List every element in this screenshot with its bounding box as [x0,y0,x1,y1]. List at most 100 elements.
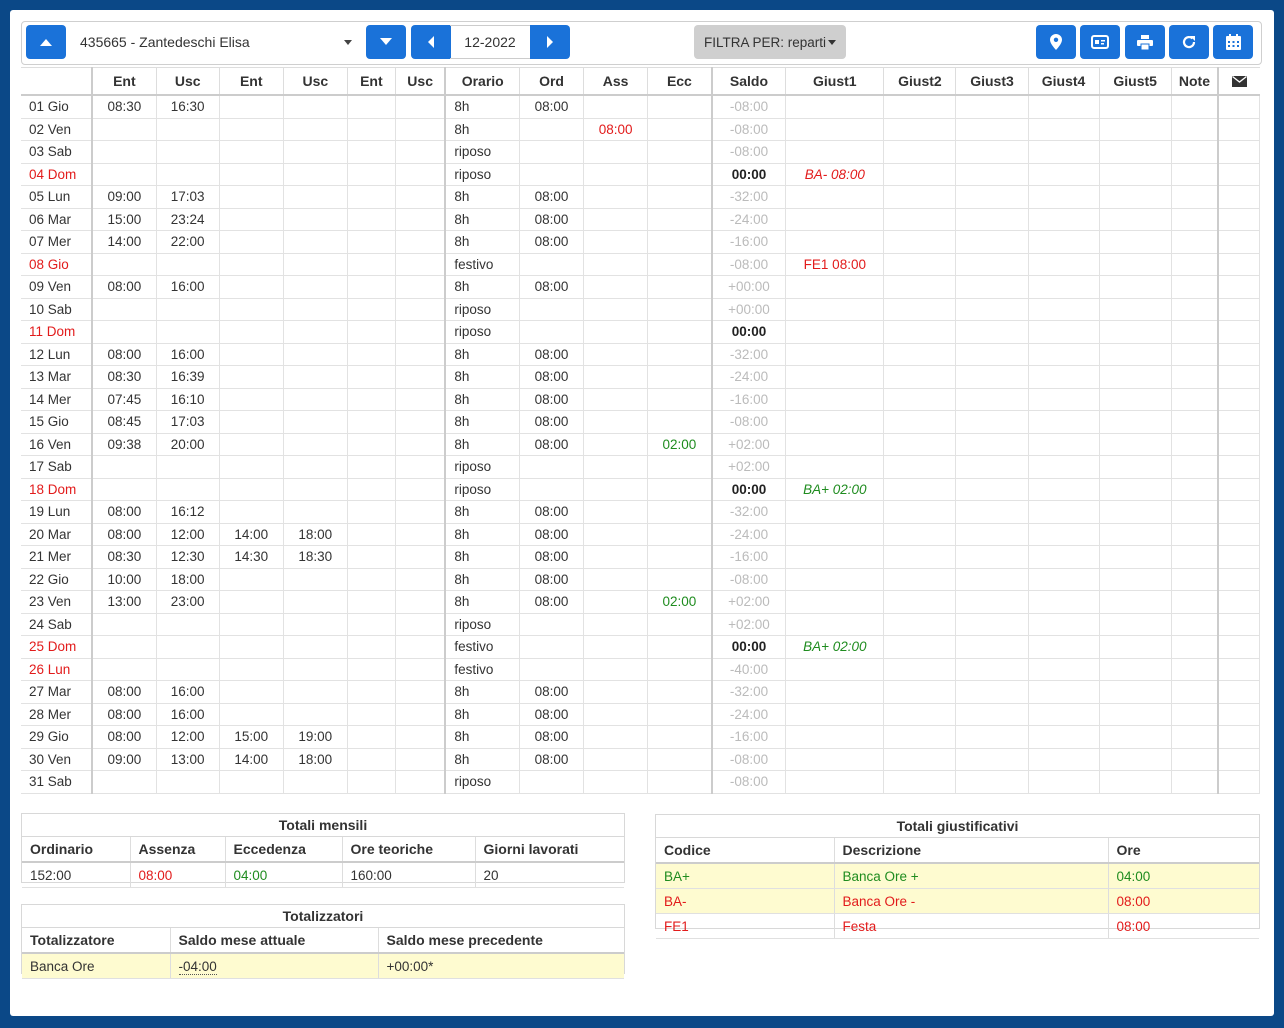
calendar-button[interactable] [1213,25,1253,59]
giust3-cell [955,118,1029,141]
giust5-cell [1099,410,1172,434]
location-button[interactable] [1036,25,1076,59]
giust3-cell [955,343,1029,366]
table-row: 14 Mer 07:45 16:10 8h 08:00 -16:00 [21,388,1261,411]
giust5-cell [1099,703,1172,726]
saldo-mese-precedente-value: +00:00* [378,953,624,979]
col-header-ord: Ord [519,67,585,96]
giust3-cell [955,275,1029,299]
ass-cell [583,748,649,771]
day-cell: 31 Sab [21,770,94,794]
orario-cell: 8h [444,703,521,726]
saldo-cell: -24:00 [710,703,787,726]
usc-2-cell [283,433,348,456]
orario-cell: riposo [444,455,521,479]
mail-cell [1217,208,1261,231]
ent-1-cell: 09:00 [92,748,157,771]
filter-dropdown-button[interactable]: FILTRA PER: reparti [694,25,846,59]
giust5-cell [1099,365,1172,389]
giust5-cell [1099,185,1172,209]
badge-button[interactable] [1080,25,1120,59]
ent-3-cell [347,253,396,276]
giust4-cell [1028,523,1100,546]
giust1-cell: FE1 08:00 [785,253,885,276]
chevron-down-icon [344,40,352,45]
note-cell [1171,658,1219,681]
usc-3-cell [395,95,446,119]
table-row: 27 Mar 08:00 16:00 8h 08:00 -32:00 [21,680,1261,704]
previous-month-button[interactable] [411,25,451,59]
ent-3-cell [347,230,396,254]
period-field[interactable]: 12-2022 [450,25,530,59]
giust1-cell [785,433,885,456]
saldo-cell: -24:00 [710,523,787,546]
giust1-cell [785,613,885,636]
usc-3-cell [395,208,446,231]
ent-1-cell: 09:00 [92,185,157,209]
giust4-cell [1028,140,1100,164]
giust4-cell [1028,658,1100,681]
ent-2-cell [219,118,284,141]
timesheet-body: 01 Gio 08:30 16:30 8h 08:00 -08:00 02 Ven 8h 08:… [21,95,1261,794]
totalizzatori-table: Totalizzatore Saldo mese attuale Saldo m… [22,928,624,979]
day-cell: 05 Lun [21,185,94,209]
ord-cell: 08:00 [519,410,585,434]
ecc-cell [647,748,713,771]
next-month-button[interactable] [530,25,570,59]
employee-select[interactable]: 435665 - Zantedeschi Elisa [68,25,360,59]
giust3-cell [955,770,1029,794]
ent-3-cell [347,770,396,794]
day-cell: 14 Mer [21,388,94,411]
ass-cell [583,388,649,411]
note-cell [1171,365,1219,389]
giust3-cell [955,478,1029,501]
print-button[interactable] [1125,25,1165,59]
day-cell: 22 Gio [21,568,94,591]
giust2-cell [883,658,957,681]
giust4-cell [1028,388,1100,411]
table-row: 25 Dom festivo 00:00 BA+ 02:00 [21,635,1261,659]
giust3-cell [955,410,1029,434]
usc-1-cell: 12:00 [156,523,220,546]
usc-1-cell: 16:10 [156,388,220,411]
table-row: 29 Gio 08:00 12:00 15:00 19:00 8h 08:00 -16:00 [21,725,1261,749]
ent-1-cell: 08:45 [92,410,157,434]
next-employee-button[interactable] [366,25,406,59]
mail-cell [1217,680,1261,704]
saldo-mese-attuale-value[interactable]: -04:00 [178,958,217,975]
ord-cell: 08:00 [519,185,585,209]
giust3-cell [955,298,1029,321]
usc-3-cell [395,410,446,434]
ent-2-cell [219,140,284,164]
giust4-cell [1028,748,1100,771]
saldo-cell: +02:00 [710,455,787,479]
ecc-cell [647,613,713,636]
orario-cell: riposo [444,613,521,636]
usc-1-cell: 16:39 [156,365,220,389]
ass-cell [583,568,649,591]
day-cell: 24 Sab [21,613,94,636]
giust1-cell [785,365,885,389]
note-cell [1171,725,1219,749]
usc-1-cell: 23:00 [156,590,220,614]
ent-1-cell: 08:00 [92,703,157,726]
ent-3-cell [347,343,396,366]
table-row: 16 Ven 09:38 20:00 8h 08:00 02:00 +02:00 [21,433,1261,456]
refresh-button[interactable] [1169,25,1209,59]
giust1-cell [785,95,885,119]
giust3-cell [955,208,1029,231]
col-header-totalizzatore: Totalizzatore [22,928,171,954]
usc-2-cell [283,613,348,636]
col-header-usc: Usc [283,67,348,96]
previous-employee-button[interactable] [26,25,66,59]
giust4-cell [1028,163,1100,186]
usc-2-cell [283,635,348,659]
mail-cell [1217,635,1261,659]
giust5-cell [1099,770,1172,794]
orario-cell: 8h [444,230,521,254]
table-row: 13 Mar 08:30 16:39 8h 08:00 -24:00 [21,365,1261,389]
mail-cell [1217,410,1261,434]
giust4-cell [1028,545,1100,569]
ass-cell [583,275,649,299]
ent-2-cell [219,320,284,344]
